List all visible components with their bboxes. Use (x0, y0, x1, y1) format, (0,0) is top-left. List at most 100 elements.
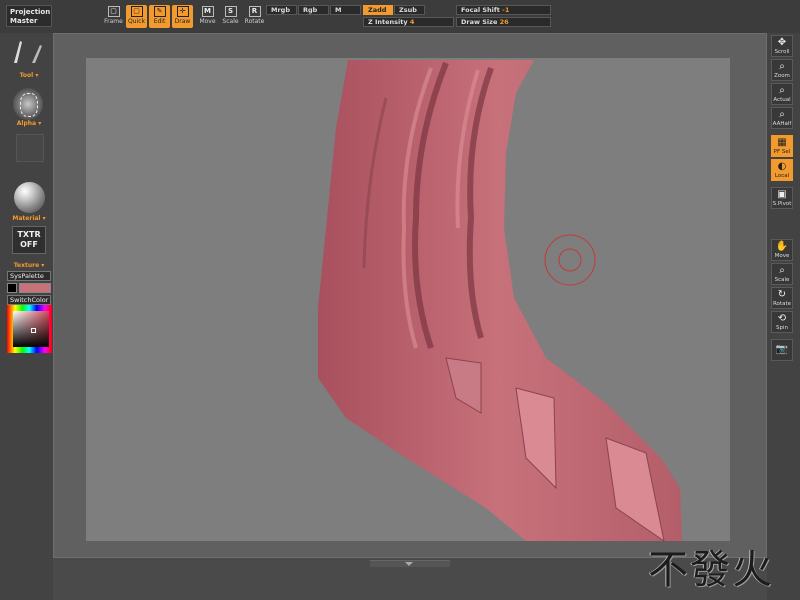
rotate-view-label: Rotate (772, 301, 791, 307)
brush-tool-icon[interactable] (8, 37, 48, 67)
hand-icon: ✋ (775, 241, 789, 252)
s-pivot-label: S.Pivot (772, 201, 792, 207)
edit-label: Edit (153, 18, 166, 25)
rotate-button[interactable]: R Rotate (244, 5, 265, 28)
tool-menu[interactable]: Tool ▾ (9, 72, 49, 79)
color-picker[interactable] (7, 305, 52, 353)
draw-size-slider[interactable]: Draw Size 26 (456, 17, 551, 27)
scroll-label: Scroll (774, 49, 790, 55)
texture-off-button[interactable]: TXTR OFF (12, 226, 46, 254)
alpha-menu[interactable]: Alpha ▾ (9, 120, 49, 127)
pivot-icon: ▣ (777, 189, 787, 200)
left-shelf: Tool ▾ Alpha ▾ Material ▾ TXTR OFF Textu… (0, 33, 53, 600)
rotate-view-icon: ↻ (777, 289, 787, 300)
alpha-label: Alpha (16, 120, 37, 127)
actual-label: Actual (773, 97, 791, 103)
move-button[interactable]: M Move (197, 5, 218, 28)
watermark-signature: 不發火 (648, 547, 774, 593)
local-button[interactable]: ◐ Local (771, 159, 793, 181)
mrgb-button[interactable]: Mrgb (266, 5, 297, 15)
sculpted-mesh (318, 60, 682, 541)
scroll-button[interactable]: ✥ Scroll (771, 35, 793, 57)
aahalf-icon: ⌕ (779, 109, 785, 120)
actual-icon: ⌕ (779, 85, 785, 96)
draw-button[interactable]: ✛ Draw (172, 5, 193, 28)
actual-button[interactable]: ⌕ Actual (771, 83, 793, 105)
aahalf-button[interactable]: ⌕ AAHalf (771, 107, 793, 129)
local-label: Local (774, 173, 790, 179)
top-toolbar: Projection Master ▢ Frame ▢ Quick ✎ Edit… (0, 0, 800, 33)
local-icon: ◐ (777, 161, 787, 172)
spin-button[interactable]: ⟲ Spin (771, 311, 793, 333)
switchcolor-button[interactable]: SwitchColor (7, 295, 51, 305)
s-pivot-button[interactable]: ▣ S.Pivot (771, 187, 793, 209)
material-sphere-icon[interactable] (14, 182, 45, 213)
brush-cursor-outer (544, 234, 596, 286)
scale-view-button[interactable]: ⌕ Scale (771, 263, 793, 285)
quick-cube-icon: ▢ (130, 6, 143, 17)
edit-button[interactable]: ✎ Edit (149, 5, 170, 28)
grid-icon: ▦ (777, 137, 787, 148)
projection-master-button[interactable]: Projection Master (6, 5, 52, 27)
secondary-color-swatch[interactable] (7, 283, 17, 293)
focal-shift-slider[interactable]: Focal Shift -1 (456, 5, 551, 15)
scale-view-icon: ⌕ (779, 265, 785, 276)
frame-button[interactable]: ▢ Frame (103, 5, 124, 28)
camera-icon: 📷 (775, 344, 789, 355)
m-button[interactable]: M (330, 5, 361, 15)
focal-shift-value: -1 (502, 6, 510, 14)
pf-sel-label: PF Sel (773, 149, 791, 155)
rotate-view-button[interactable]: ↻ Rotate (771, 287, 793, 309)
zoom-button[interactable]: ⌕ Zoom (771, 59, 793, 81)
scroll-icon: ✥ (777, 37, 787, 48)
pf-sel-button[interactable]: ▦ PF Sel (771, 135, 793, 157)
material-label: Material (12, 215, 41, 222)
rotate-label: Rotate (244, 18, 265, 25)
frame-label: Frame (104, 18, 123, 25)
quick-button[interactable]: ▢ Quick (126, 5, 147, 28)
syspalette-button[interactable]: SysPalette (7, 271, 51, 281)
zoom-label: Zoom (774, 73, 790, 79)
scale-button[interactable]: S Scale (220, 5, 241, 28)
main-color-swatch[interactable] (19, 283, 51, 293)
z-intensity-label: Z Intensity (368, 18, 408, 26)
color-picker-square[interactable] (13, 311, 49, 347)
zsub-button[interactable]: Zsub (394, 5, 425, 15)
right-shelf: ✥ Scroll ⌕ Zoom ⌕ Actual ⌕ AAHalf ▦ PF S… (767, 33, 800, 600)
rotate-icon: R (248, 6, 261, 17)
draw-size-label: Draw Size (461, 18, 498, 26)
scale-label: Scale (222, 18, 239, 25)
spin-icon: ⟲ (777, 313, 787, 324)
stroke-slot[interactable] (16, 134, 44, 162)
tool-label: Tool (19, 72, 34, 79)
draw-label: Draw (174, 18, 191, 25)
color-picker-handle[interactable] (31, 328, 36, 333)
edit-icon: ✎ (153, 6, 166, 17)
quick-label: Quick (128, 18, 145, 25)
z-intensity-slider[interactable]: Z Intensity 4 (363, 17, 454, 27)
material-menu[interactable]: Material ▾ (9, 215, 49, 222)
alpha-preview-icon[interactable] (13, 88, 43, 120)
snapshot-button[interactable]: 📷 (771, 339, 793, 361)
texture-menu[interactable]: Texture ▾ (9, 262, 49, 269)
draw-icon: ✛ (176, 6, 189, 17)
move-icon: M (201, 6, 214, 17)
move-label: Move (199, 18, 216, 25)
zadd-button[interactable]: Zadd (363, 5, 393, 15)
texture-label: Texture (13, 262, 40, 269)
rgb-button[interactable]: Rgb (298, 5, 329, 15)
bottom-tray-handle[interactable] (370, 560, 450, 567)
focal-shift-label: Focal Shift (461, 6, 500, 14)
draw-size-value: 26 (499, 18, 509, 26)
scale-icon: S (224, 6, 237, 17)
move-view-button[interactable]: ✋ Move (771, 239, 793, 261)
sculpt-canvas[interactable] (86, 58, 730, 541)
spin-label: Spin (776, 325, 788, 331)
aahalf-label: AAHalf (772, 121, 792, 127)
brush-cursor-inner (558, 248, 582, 272)
scale-view-label: Scale (774, 277, 790, 283)
zoom-icon: ⌕ (779, 61, 785, 72)
move-view-label: Move (774, 253, 790, 259)
z-intensity-value: 4 (409, 18, 415, 26)
cube-icon: ▢ (107, 6, 120, 17)
